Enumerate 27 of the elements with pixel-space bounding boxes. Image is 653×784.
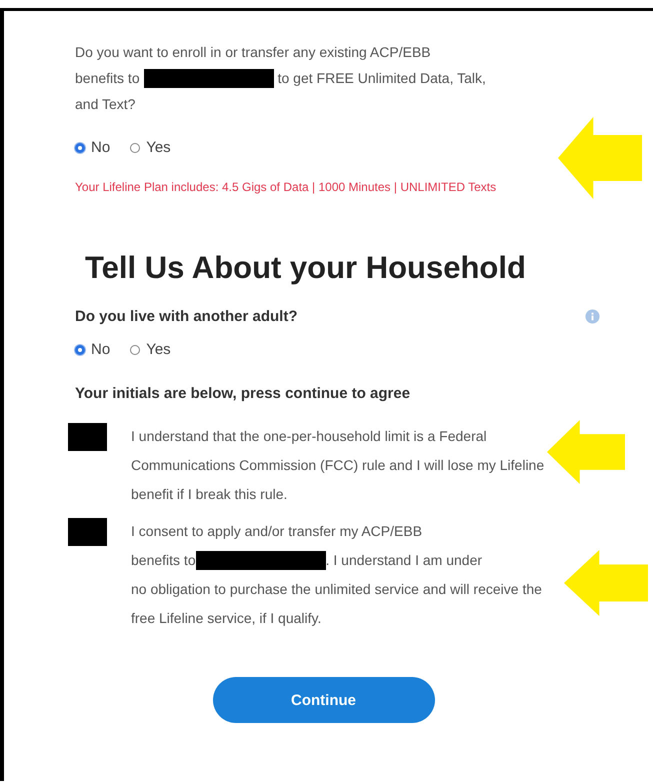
initials-redaction: [68, 423, 107, 451]
radio-button[interactable]: [75, 344, 85, 354]
paragraph-text: and Text?: [75, 95, 136, 114]
radio-label[interactable]: Yes: [146, 139, 171, 156]
radio-button[interactable]: [130, 344, 140, 354]
paragraph-text: I consent to apply and/or transfer my ACP/EBB: [131, 523, 422, 539]
radio-label[interactable]: Yes: [146, 341, 171, 358]
radio-label[interactable]: No: [91, 139, 110, 156]
radio-label[interactable]: No: [91, 341, 110, 358]
arrow-icon: [558, 117, 642, 199]
paragraph-text: benefits to: [131, 551, 196, 570]
section-heading: Tell Us About your Household: [85, 250, 527, 286]
paragraph-text: no obligation to purchase the unlimited service and will receive the free Lifeline service, if I qualify.: [131, 580, 543, 628]
prompt-text: Your initials are below, press continue to agree: [75, 385, 412, 402]
agreement-text: I understand that the one-per-household limit is a Federal Communications Commission (FCC) rule and I will lose my Lifeline benefit if I break this rule.: [131, 428, 544, 502]
arrow-icon: [564, 550, 648, 616]
radio-button[interactable]: [75, 142, 85, 152]
initials-redaction: [68, 518, 107, 546]
radio-button[interactable]: [130, 142, 140, 152]
paragraph-text: . I understand I am under: [326, 551, 482, 570]
paragraph-text: benefits to: [75, 69, 140, 88]
arrow-icon: [547, 420, 625, 484]
paragraph-text: to get FREE Unlimited Data, Talk,: [278, 69, 486, 88]
plan-note: Your Lifeline Plan includes: 4.5 Gigs of Data | 1000 Minutes | UNLIMITED Texts: [75, 179, 498, 196]
continue-button[interactable]: Continue: [212, 677, 434, 723]
paragraph-text: Do you want to enroll in or transfer any existing ACP/EBB: [75, 44, 431, 60]
question-text: Do you live with another adult?: [75, 308, 298, 325]
